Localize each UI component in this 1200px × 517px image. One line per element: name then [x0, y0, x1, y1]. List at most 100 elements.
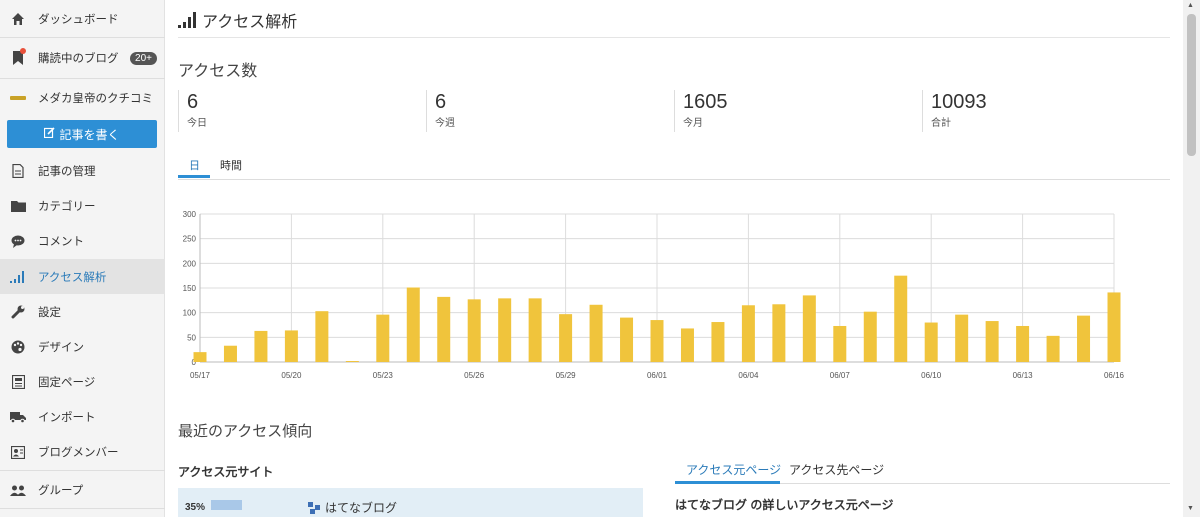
x-tick-label: 05/29 [556, 371, 577, 380]
scroll-down-icon[interactable]: ▼ [1187, 505, 1194, 512]
bar-05/21 [315, 311, 329, 362]
sidebar-item-members[interactable]: ブログメンバー [0, 440, 165, 464]
bar-05/19 [254, 330, 268, 362]
bar-06/13 [1016, 325, 1030, 362]
stat-label: 今週 [435, 118, 455, 129]
sidebar-item-subscriptions[interactable]: 購読中のブログ 20+ [0, 46, 165, 70]
title-divider [178, 37, 1170, 38]
home-icon [10, 11, 26, 27]
document-icon [10, 163, 26, 179]
bar-06/14 [1046, 335, 1060, 362]
sidebar-item-analytics[interactable]: アクセス解析 [0, 259, 165, 294]
wrench-icon [10, 304, 26, 320]
tab-hour[interactable]: 時間 [220, 157, 242, 173]
sidebar-item-categories[interactable]: カテゴリー [0, 194, 165, 218]
unread-badge: 20+ [130, 51, 157, 65]
y-tick-label: 250 [183, 235, 197, 244]
bar-05/26 [467, 299, 481, 362]
write-article-button[interactable]: 記事を書く [7, 120, 157, 148]
referrer-site-name: はてなブログ [325, 501, 398, 515]
sidebar-item-settings[interactable]: 設定 [0, 300, 165, 324]
sidebar-item-pages[interactable]: 固定ページ [0, 370, 165, 394]
sidebar-item-label: デザイン [38, 342, 84, 354]
access-count-heading: アクセス数 [178, 63, 258, 80]
sidebar-item-label: カテゴリー [38, 201, 96, 213]
bar-06/03 [711, 322, 725, 362]
sidebar: ダッシュボード 購読中のブログ 20+ メダカ皇帝のクチコミ 記事を書く 記事の… [0, 0, 165, 517]
y-tick-label: 300 [183, 210, 197, 219]
stat-month: 1605 今月 [674, 90, 919, 132]
x-tick-label: 05/17 [190, 371, 211, 380]
bar-05/17 [193, 352, 207, 362]
bar-06/04 [741, 305, 755, 362]
sidebar-item-label: 記事の管理 [38, 166, 96, 178]
bar-06/15 [1077, 315, 1091, 362]
bar-05/31 [620, 317, 634, 362]
scroll-thumb[interactable] [1187, 14, 1196, 156]
stat-value: 1605 [683, 91, 728, 113]
blog-icon [10, 90, 26, 106]
bar-chart-icon [178, 12, 198, 28]
y-tick-label: 200 [183, 259, 197, 268]
vertical-scrollbar[interactable]: ▲ ▼ [1183, 0, 1200, 517]
y-tick-label: 150 [183, 284, 197, 293]
bar-06/16 [1107, 292, 1121, 362]
stat-label: 今月 [683, 118, 703, 129]
sidebar-item-label: 固定ページ [38, 377, 96, 389]
sidebar-item-label: ブログメンバー [38, 447, 119, 459]
palette-icon [10, 339, 26, 355]
tab-destination-pages[interactable]: アクセス先ページ [789, 461, 884, 478]
bar-05/29 [559, 314, 573, 362]
sidebar-item-label: メダカ皇帝のクチコミ [38, 93, 153, 105]
bar-06/09 [894, 275, 908, 362]
stat-total: 10093 合計 [922, 90, 1167, 132]
member-icon [10, 444, 26, 460]
sidebar-item-label: インポート [38, 412, 96, 424]
sidebar-item-label: 設定 [38, 307, 61, 319]
sidebar-item-articles[interactable]: 記事の管理 [0, 159, 165, 183]
sidebar-item-label: アクセス解析 [38, 271, 107, 284]
active-tab-indicator [675, 481, 780, 484]
tab-source-pages[interactable]: アクセス元ページ [686, 461, 781, 478]
bar-06/11 [955, 314, 969, 362]
write-article-label: 記事を書く [59, 127, 120, 142]
bar-06/07 [833, 325, 847, 362]
bar-06/08 [863, 311, 877, 362]
sidebar-item-dashboard[interactable]: ダッシュボード [0, 8, 165, 30]
y-tick-label: 50 [187, 333, 196, 342]
tab-day[interactable]: 日 [189, 157, 200, 173]
bar-05/24 [406, 287, 420, 362]
referrer-page-tabs: アクセス元ページ アクセス先ページ [675, 456, 1170, 484]
sidebar-item-comments[interactable]: コメント [0, 229, 165, 253]
stat-week: 6 今週 [426, 90, 671, 132]
x-tick-label: 05/23 [373, 371, 394, 380]
period-tabs: 日 時間 [178, 152, 1170, 180]
sidebar-item-design[interactable]: デザイン [0, 335, 165, 359]
stat-label: 今日 [187, 118, 207, 129]
stat-value: 6 [187, 91, 199, 113]
sidebar-item-label: コメント [38, 236, 84, 248]
bar-05/28 [528, 298, 542, 362]
sidebar-item-blog[interactable]: メダカ皇帝のクチコミ [0, 86, 165, 110]
x-tick-label: 06/07 [830, 371, 851, 380]
x-tick-label: 06/13 [1013, 371, 1034, 380]
y-tick-label: 100 [183, 309, 197, 318]
referrer-percent: 35% [185, 502, 206, 513]
bookmark-icon [10, 48, 26, 66]
referrer-row[interactable]: 35% はてなブログ [178, 488, 643, 517]
referrer-sites-title: アクセス元サイト [178, 465, 274, 479]
bar-06/01 [650, 320, 664, 362]
bar-06/05 [772, 304, 786, 362]
page-icon [10, 374, 26, 390]
x-tick-label: 06/16 [1104, 371, 1125, 380]
referrer-site[interactable]: はてなブログ [308, 499, 397, 516]
sidebar-item-groups[interactable]: グループ [0, 478, 165, 502]
bar-06/02 [680, 328, 694, 362]
hatena-blog-icon [308, 501, 320, 514]
sidebar-item-import[interactable]: インポート [0, 405, 165, 429]
notification-dot [20, 48, 26, 54]
stat-value: 10093 [931, 91, 987, 113]
stat-today: 6 今日 [178, 90, 423, 132]
scroll-up-icon[interactable]: ▲ [1187, 2, 1194, 9]
bar-05/20 [284, 330, 298, 362]
